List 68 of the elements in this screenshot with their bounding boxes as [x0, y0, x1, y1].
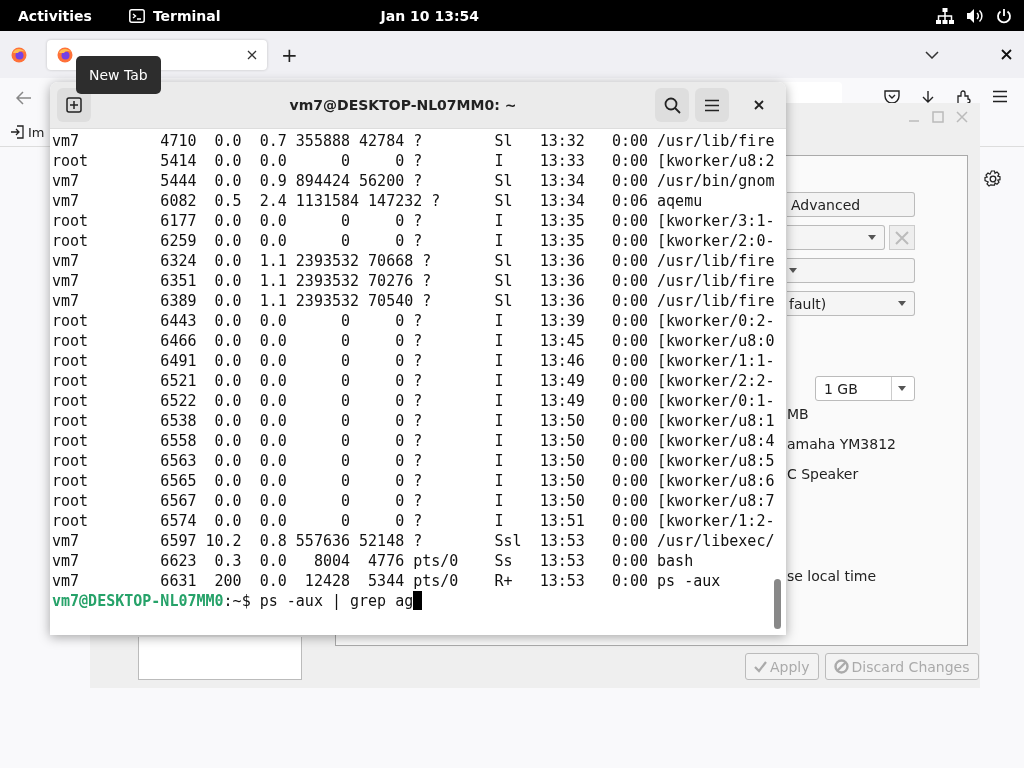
terminal-output-line: vm7 6389 0.0 1.1 2393532 70540 ? Sl 13:36 0:00 /usr/lib/fire: [52, 291, 775, 311]
app-menu[interactable]: Terminal: [152, 7, 221, 24]
plus-icon: [66, 97, 82, 113]
scrollbar-thumb[interactable]: [774, 579, 781, 629]
volume-icon[interactable]: [966, 7, 984, 24]
sound-option[interactable]: C Speaker: [787, 466, 859, 482]
local-time-option[interactable]: se local time: [787, 568, 877, 584]
terminal-output-line: vm7 6351 0.0 1.1 2393532 70276 ? Sl 13:36 0:00 /usr/lib/fire: [52, 271, 775, 291]
prohibited-icon: [833, 659, 849, 674]
terminal-output-line: vm7 5444 0.0 0.9 894424 56200 ? Sl 13:34 0:00 /usr/bin/gnom: [52, 171, 775, 191]
terminal-output-line: root 6177 0.0 0.0 0 0 ? I 13:35 0:00 [kworker/3:1-: [52, 211, 775, 231]
terminal-output-line: vm7 6082 0.5 2.4 1131584 147232 ? Sl 13:34 0:06 aqemu: [52, 191, 703, 211]
terminal-output-line: root 6567 0.0 0.0 0 0 ? I 13:50 0:00 [kworker/u8:7: [52, 491, 775, 511]
terminal-output-line: root 6491 0.0 0.0 0 0 ? I 13:46 0:00 [kworker/1:1-: [52, 351, 775, 371]
terminal-output-line: root 6443 0.0 0.0 0 0 ? I 13:39 0:00 [kworker/0:2-: [52, 311, 775, 331]
prompt-host: vm7@DESKTOP-NL07MM0: [52, 591, 224, 611]
terminal-output-line: root 6521 0.0 0.0 0 0 ? I 13:49 0:00 [kworker/2:2-: [52, 371, 775, 391]
import-icon: [10, 125, 24, 139]
activities-button[interactable]: Activities: [18, 7, 92, 24]
close-icon: [894, 229, 910, 246]
terminal-output-line: root 6538 0.0 0.0 0 0 ? I 13:50 0:00 [kworker/u8:1: [52, 411, 775, 431]
browser-logo-icon: [57, 46, 73, 63]
sound-option[interactable]: amaha YM3812: [787, 436, 896, 452]
menu-icon: [704, 98, 720, 112]
close-icon[interactable]: [1001, 49, 1012, 60]
menu-button[interactable]: [695, 88, 729, 122]
dropdown[interactable]: fault): [787, 291, 915, 316]
terminal-output-line: root 6574 0.0 0.0 0 0 ? I 13:51 0:00 [kworker/1:2-: [52, 511, 775, 531]
browser-logo-icon[interactable]: [11, 46, 27, 63]
clock[interactable]: Jan 10 13:54: [380, 7, 479, 24]
close-icon: [754, 100, 764, 110]
terminal-output-line: root 6558 0.0 0.0 0 0 ? I 13:50 0:00 [kworker/u8:4: [52, 431, 775, 451]
text-cursor: [413, 591, 423, 610]
caret-icon: [898, 301, 906, 306]
new-tab-button[interactable]: [57, 88, 91, 122]
terminal-output-line: vm7 6324 0.0 1.1 2393532 70668 ? Sl 13:36 0:00 /usr/lib/fire: [52, 251, 775, 271]
search-icon: [663, 96, 681, 114]
settings-icon[interactable]: [984, 170, 1002, 188]
search-button[interactable]: [655, 88, 689, 122]
new-tab-button[interactable]: +: [281, 42, 298, 67]
check-icon: [754, 660, 767, 673]
terminal-icon: [128, 8, 145, 23]
terminal-output-line: root 6522 0.0 0.0 0 0 ? I 13:49 0:00 [kworker/0:1-: [52, 391, 775, 411]
caret-icon: [789, 268, 797, 273]
terminal-output-line: root 6466 0.0 0.0 0 0 ? I 13:45 0:00 [kworker/u8:0: [52, 331, 775, 351]
network-icon[interactable]: [936, 7, 954, 24]
terminal-output-line: root 5414 0.0 0.0 0 0 ? I 13:33 0:00 [kworker/u8:2: [52, 151, 775, 171]
memory-dropdown[interactable]: 1 GB: [815, 376, 915, 401]
close-icon[interactable]: [247, 49, 257, 60]
advanced-button[interactable]: Advanced: [787, 192, 915, 217]
caret-icon: [868, 235, 876, 240]
terminal-output-line: vm7 6597 10.2 0.8 557636 52148 ? Ssl 13:53 0:00 /usr/libexec/: [52, 531, 775, 551]
caret-icon: [898, 386, 906, 391]
bookmark-item[interactable]: Im: [10, 124, 45, 140]
tooltip: New Tab: [76, 56, 161, 94]
power-icon[interactable]: [996, 7, 1012, 24]
window-title: vm7@DESKTOP-NL07MM0: ~: [288, 97, 518, 113]
terminal-output-line: root 6565 0.0 0.0 0 0 ? I 13:50 0:00 [kworker/u8:6: [52, 471, 775, 491]
command-text: :~$ ps -aux | grep ag: [223, 591, 414, 611]
back-arrow-icon[interactable]: [16, 91, 32, 105]
memory-unit-label: MB: [787, 406, 809, 422]
chevron-down-icon[interactable]: [925, 50, 939, 59]
terminal-output-line: vm7 6623 0.3 0.0 8004 4776 pts/0 Ss 13:53 0:00 bash: [52, 551, 694, 571]
terminal-output-line: root 6259 0.0 0.0 0 0 ? I 13:35 0:00 [kworker/2:0-: [52, 231, 775, 251]
terminal-output-line: root 6563 0.0 0.0 0 0 ? I 13:50 0:00 [kworker/u8:5: [52, 451, 775, 471]
menu-icon[interactable]: [992, 90, 1008, 103]
terminal-output-line: vm7 6631 200 0.0 12428 5344 pts/0 R+ 13:53 0:00 ps -aux: [52, 571, 721, 591]
terminal-output-line: vm7 4710 0.0 0.7 355888 42784 ? Sl 13:32 0:00 /usr/lib/fire: [52, 131, 775, 151]
